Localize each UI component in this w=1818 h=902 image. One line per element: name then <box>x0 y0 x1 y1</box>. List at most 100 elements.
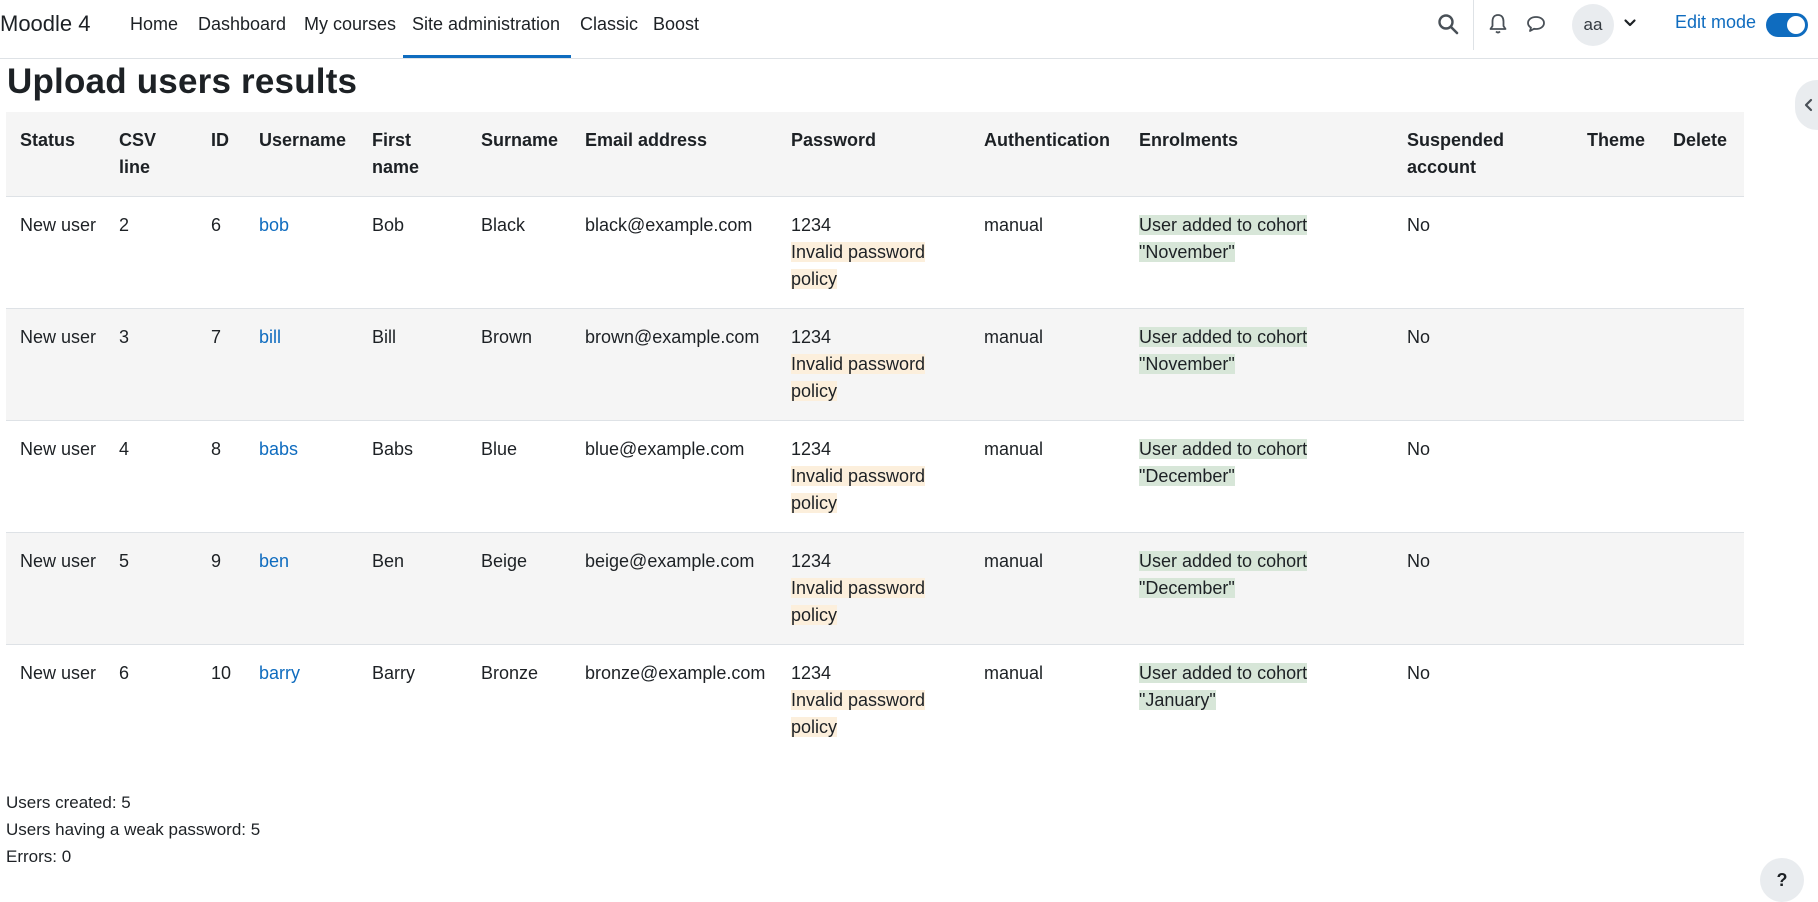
user-avatar[interactable]: aa <box>1572 4 1614 46</box>
password-value: 1234 <box>791 215 832 235</box>
errors-text: Errors: 0 <box>6 847 72 866</box>
cell-authentication: manual <box>970 420 1125 533</box>
cell-first-name: Ben <box>358 532 467 645</box>
enrolment-success-note: User added to cohort "December" <box>1139 551 1308 598</box>
cell-enrolments: User added to cohort "December" <box>1125 532 1393 645</box>
cell-password: 1234 Invalid password policy <box>777 308 970 421</box>
cell-delete <box>1659 420 1744 533</box>
cell-theme <box>1573 308 1659 421</box>
nav-site-administration[interactable]: Site administration <box>403 0 571 58</box>
upload-results-table: Status CSV line ID Username First name S… <box>6 112 1744 756</box>
cell-delete <box>1659 532 1744 645</box>
cell-password: 1234 Invalid password policy <box>777 645 970 757</box>
table-header-row: Status CSV line ID Username First name S… <box>6 112 1744 197</box>
cell-id: 7 <box>197 308 245 421</box>
search-icon[interactable] <box>1436 12 1462 38</box>
nav-dashboard[interactable]: Dashboard <box>189 0 295 58</box>
username-link[interactable]: barry <box>259 663 300 683</box>
cell-username: barry <box>245 645 358 757</box>
cell-status: New user <box>6 532 105 645</box>
nav-boost[interactable]: Boost <box>644 0 708 58</box>
col-enrolments: Enrolments <box>1125 112 1393 197</box>
site-brand[interactable]: Moodle 4 <box>0 11 91 37</box>
cell-delete <box>1659 308 1744 421</box>
cell-theme <box>1573 420 1659 533</box>
cell-status: New user <box>6 420 105 533</box>
col-theme: Theme <box>1573 112 1659 197</box>
cell-surname: Black <box>467 196 571 309</box>
enrolment-success-note: User added to cohort "November" <box>1139 215 1308 262</box>
username-link[interactable]: bill <box>259 327 281 347</box>
username-link[interactable]: babs <box>259 439 298 459</box>
password-policy-warning: Invalid password policy <box>791 690 926 737</box>
cell-password: 1234 Invalid password policy <box>777 532 970 645</box>
navbar-divider <box>1473 0 1474 50</box>
chevron-left-icon <box>1804 98 1813 112</box>
cell-theme <box>1573 532 1659 645</box>
cell-csv-line: 3 <box>105 308 197 421</box>
cell-surname: Blue <box>467 420 571 533</box>
nav-my-courses[interactable]: My courses <box>295 0 405 58</box>
cell-username: bill <box>245 308 358 421</box>
cell-email: brown@example.com <box>571 308 777 421</box>
col-authentication: Authentication <box>970 112 1125 197</box>
cell-csv-line: 4 <box>105 420 197 533</box>
password-policy-warning: Invalid password policy <box>791 578 926 625</box>
cell-username: bob <box>245 196 358 309</box>
password-value: 1234 <box>791 663 832 683</box>
username-link[interactable]: bob <box>259 215 289 235</box>
cell-id: 9 <box>197 532 245 645</box>
col-delete: Delete <box>1659 112 1744 197</box>
cell-email: black@example.com <box>571 196 777 309</box>
cell-username: ben <box>245 532 358 645</box>
col-csv-line: CSV line <box>105 112 197 197</box>
cell-first-name: Bill <box>358 308 467 421</box>
enrolment-success-note: User added to cohort "November" <box>1139 327 1308 374</box>
cell-delete <box>1659 645 1744 757</box>
password-value: 1234 <box>791 551 832 571</box>
cell-status: New user <box>6 308 105 421</box>
chevron-down-icon[interactable] <box>1622 15 1638 31</box>
username-link[interactable]: ben <box>259 551 289 571</box>
col-email: Email address <box>571 112 777 197</box>
upload-summary: Users created: 5 Users having a weak pas… <box>6 789 260 870</box>
cell-csv-line: 2 <box>105 196 197 309</box>
col-surname: Surname <box>467 112 571 197</box>
col-password: Password <box>777 112 970 197</box>
cell-suspended: No <box>1393 532 1573 645</box>
cell-authentication: manual <box>970 532 1125 645</box>
cell-authentication: manual <box>984 663 1044 683</box>
cell-surname: Beige <box>467 532 571 645</box>
cell-email: beige@example.com <box>571 532 777 645</box>
cell-suspended: No <box>1393 420 1573 533</box>
cell-status: New user <box>6 196 105 309</box>
password-policy-warning: Invalid password policy <box>791 354 926 401</box>
nav-home[interactable]: Home <box>121 0 187 58</box>
cell-suspended: No <box>1393 196 1573 309</box>
password-policy-warning: Invalid password policy <box>791 242 926 289</box>
cell-surname: Bronze <box>481 663 539 683</box>
cell-enrolments: User added to cohort "December" <box>1125 420 1393 533</box>
help-button[interactable]: ? <box>1760 858 1804 902</box>
password-value: 1234 <box>791 439 832 459</box>
cell-first-name: Babs <box>358 420 467 533</box>
cell-authentication: manual <box>970 308 1125 421</box>
cell-enrolments: User added to cohort "November" <box>1125 196 1393 309</box>
col-username: Username <box>245 112 358 197</box>
cell-password: 1234 Invalid password policy <box>777 420 970 533</box>
cell-password: 1234 Invalid password policy <box>777 196 970 309</box>
cell-username: babs <box>245 420 358 533</box>
nav-classic[interactable]: Classic <box>571 0 647 58</box>
table-row: New user 2 6 bob Bob Black black@example.com 12… <box>6 196 1744 309</box>
cell-surname: Brown <box>467 308 571 421</box>
cell-first-name: Barry <box>372 663 416 683</box>
password-policy-warning: Invalid password policy <box>791 466 926 513</box>
edit-mode-toggle[interactable] <box>1766 13 1808 37</box>
chat-icon[interactable] <box>1524 12 1550 38</box>
cell-email: blue@example.com <box>571 420 777 533</box>
cell-theme <box>1573 196 1659 309</box>
drawer-toggle-button[interactable] <box>1795 80 1818 130</box>
table-row: New user 6 10 barry Barry Bronze bronze@exampl… <box>6 645 1744 757</box>
edit-mode-label[interactable]: Edit mode <box>1675 12 1756 33</box>
bell-icon[interactable] <box>1486 12 1512 38</box>
